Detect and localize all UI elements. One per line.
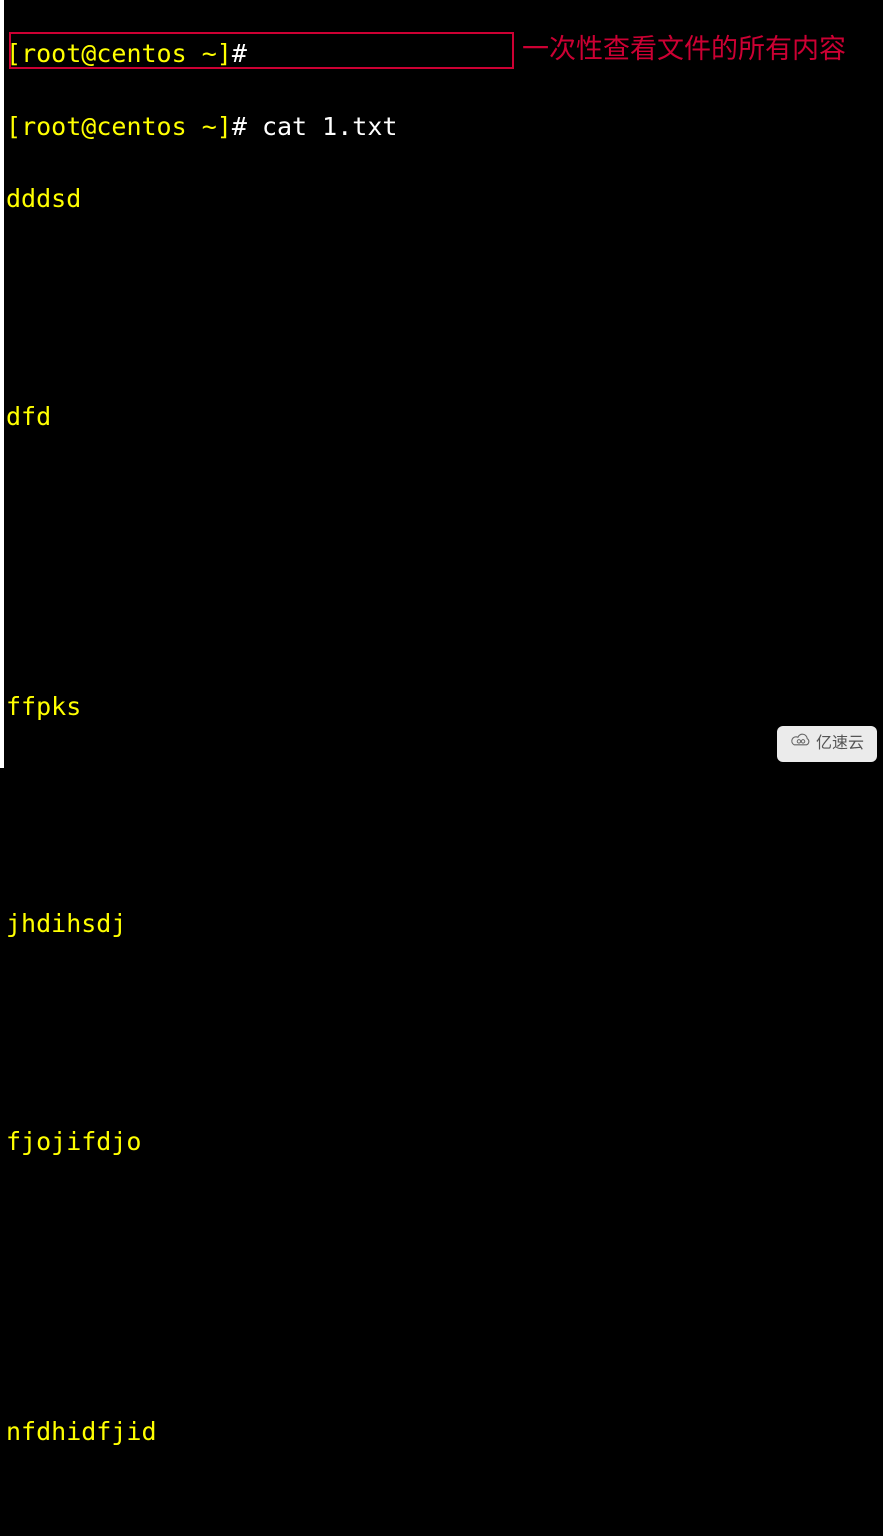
prompt-space [187, 39, 202, 68]
output-line [6, 1196, 881, 1232]
output-line: fjojifdjo [6, 1124, 881, 1160]
prompt-open: [ [6, 39, 21, 68]
terminal-output[interactable]: [root@centos ~]# [root@centos ~]# cat 1.… [4, 0, 883, 1536]
output-line: dddsd [6, 181, 881, 217]
output-line: nfdhidfjid [6, 1414, 881, 1450]
prompt-hash: # [232, 39, 247, 68]
output-line [6, 979, 881, 1015]
prompt-host: centos [96, 39, 186, 68]
prompt-at: @ [81, 112, 96, 141]
output-line [6, 1341, 881, 1377]
output-line [6, 761, 881, 797]
output-line [6, 544, 881, 580]
prompt-close: ] [217, 112, 232, 141]
output-line [6, 1486, 881, 1522]
output-line: ffpks [6, 689, 881, 725]
prompt-at: @ [81, 39, 96, 68]
prompt-cwd: ~ [202, 112, 217, 141]
output-line: jhdihsdj [6, 906, 881, 942]
prompt-space [187, 112, 202, 141]
annotation-text: 一次性查看文件的所有内容 [522, 36, 846, 63]
output-line [6, 254, 881, 290]
output-line [6, 1051, 881, 1087]
output-line [6, 471, 881, 507]
output-line [6, 326, 881, 362]
output-line [6, 1269, 881, 1305]
prompt-user: root [21, 112, 81, 141]
output-line: dfd [6, 399, 881, 435]
command-cat: cat 1.txt [247, 112, 398, 141]
watermark: 亿速云 [777, 726, 877, 762]
prompt-open: [ [6, 112, 21, 141]
prompt-line: [root@centos ~]# cat 1.txt [6, 109, 881, 145]
prompt-user: root [21, 39, 81, 68]
output-line [6, 616, 881, 652]
watermark-text: 亿速云 [816, 732, 864, 755]
prompt-host: centos [96, 112, 186, 141]
cloud-icon [790, 732, 812, 755]
prompt-close: ] [217, 39, 232, 68]
prompt-cwd: ~ [202, 39, 217, 68]
prompt-hash: # [232, 112, 247, 141]
output-line [6, 834, 881, 870]
